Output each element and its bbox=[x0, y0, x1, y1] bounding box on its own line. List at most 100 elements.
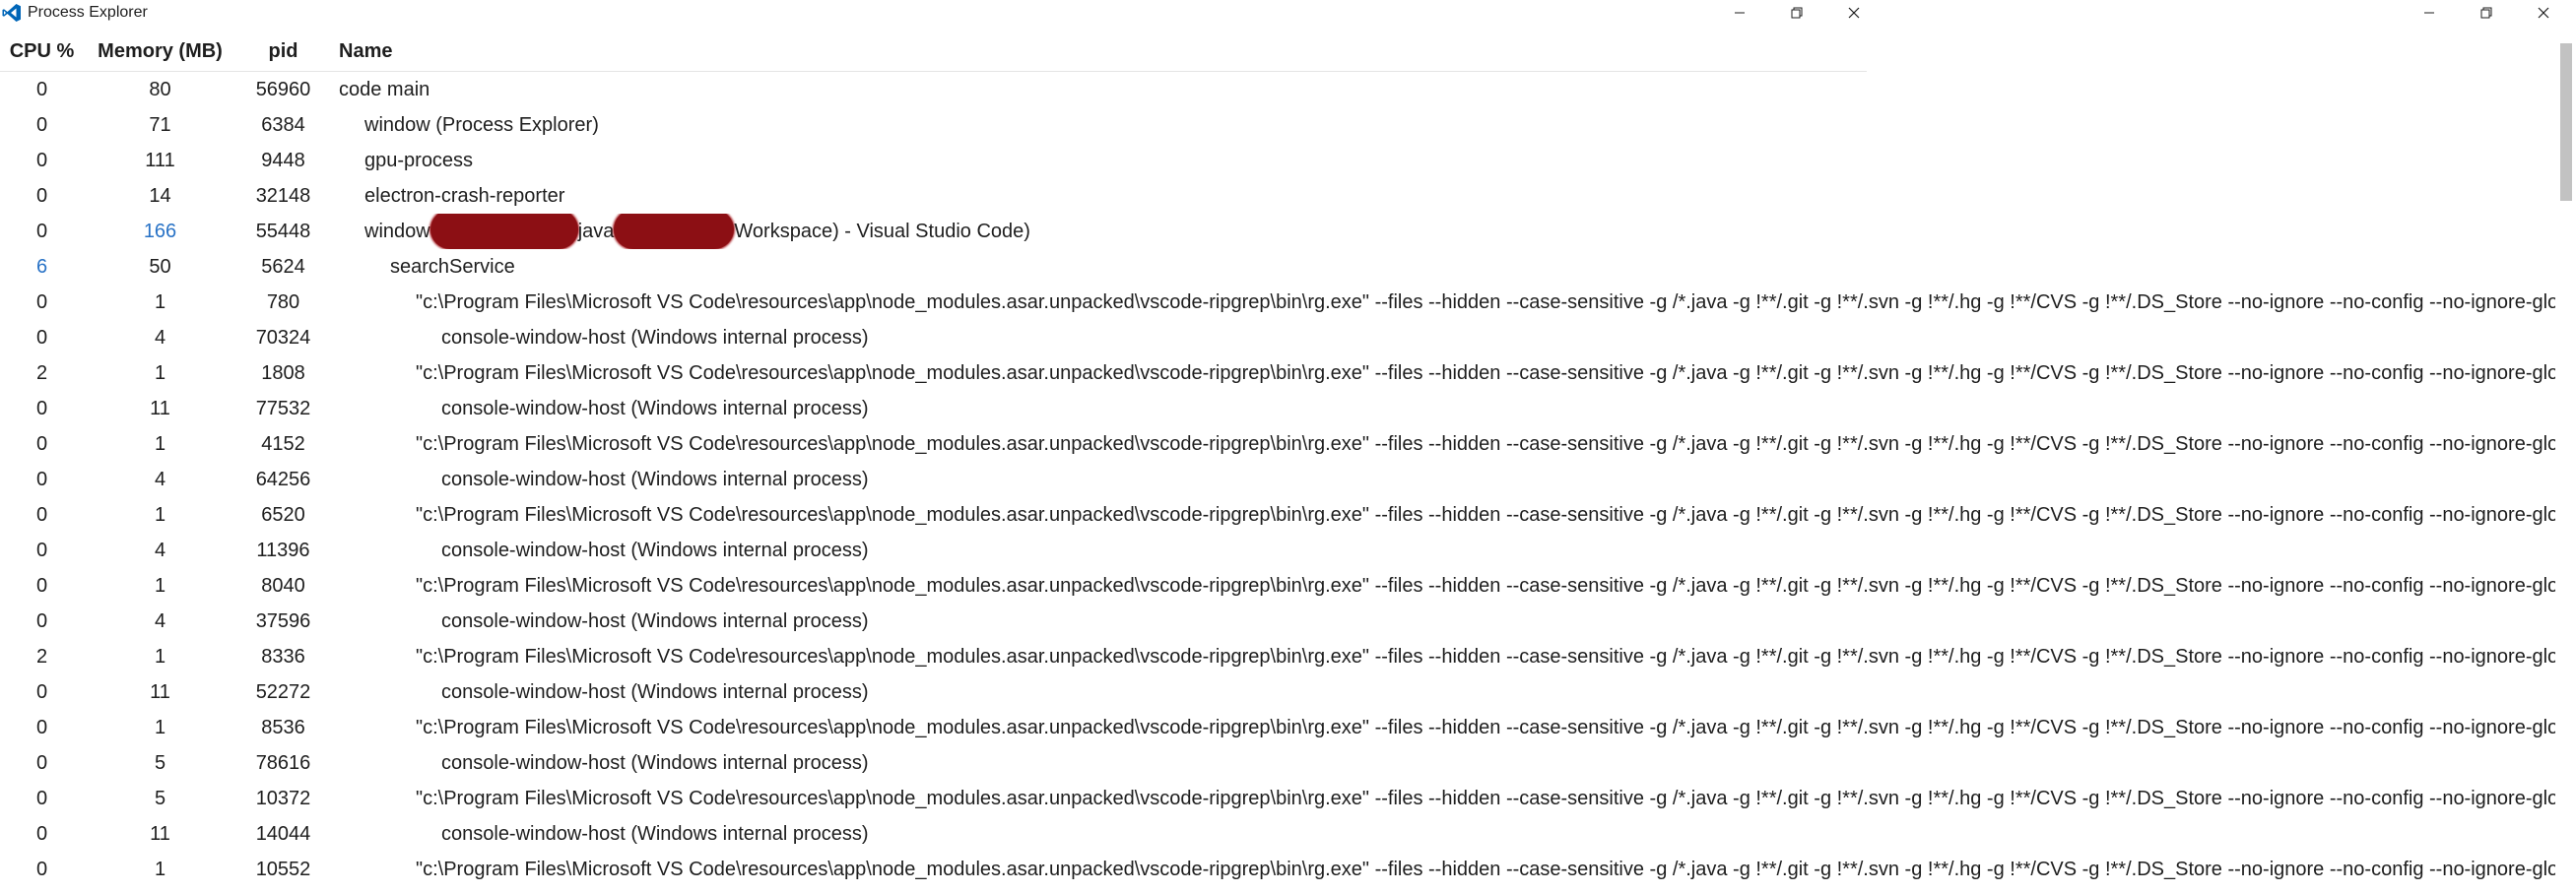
vertical-scrollbar[interactable] bbox=[2556, 32, 2576, 894]
process-name-cell: console-window-host (Windows internal pr… bbox=[441, 398, 869, 419]
process-name-cell: "c:\Program Files\Microsoft VS Code\reso… bbox=[416, 646, 2555, 668]
vscode-logo-icon bbox=[2, 4, 21, 22]
memory-cell: 1 bbox=[154, 717, 166, 738]
pid-cell: 10372 bbox=[255, 788, 311, 809]
header-memory[interactable]: Memory (MB) bbox=[89, 32, 231, 71]
process-name-cell: gpu-process bbox=[364, 150, 474, 171]
memory-cell: 11 bbox=[150, 398, 170, 419]
pid-cell: 6384 bbox=[261, 114, 305, 136]
table-row[interactable]: 0 5 10372 "c:\Program Files\Microsoft VS Co… bbox=[0, 781, 2556, 816]
process-name-cell: "c:\Program Files\Microsoft VS Code\reso… bbox=[416, 504, 2555, 526]
table-row[interactable]: 0 1 8040 "c:\Program Files\Microsoft VS Cod… bbox=[0, 568, 2556, 604]
table-row[interactable]: 0 4 70324 console-window-host (Windows inte… bbox=[0, 320, 2556, 355]
outer-restore-button[interactable] bbox=[2458, 0, 2515, 26]
memory-cell: 1 bbox=[154, 433, 166, 455]
header-name[interactable]: Name bbox=[339, 32, 2555, 71]
table-row[interactable]: 0 1 6520 "c:\Program Files\Microsoft VS Cod… bbox=[0, 497, 2556, 533]
table-row[interactable]: 0 1 780 "c:\Program Files\Microsoft VS Code… bbox=[0, 285, 2556, 320]
process-name-cell: "c:\Program Files\Microsoft VS Code\reso… bbox=[416, 788, 2555, 809]
table-row[interactable]: 0 4 64256 console-window-host (Windows inte… bbox=[0, 462, 2556, 497]
cpu-cell: 0 bbox=[35, 327, 48, 349]
memory-cell: 5 bbox=[154, 752, 166, 774]
cpu-cell: 0 bbox=[35, 717, 48, 738]
table-row[interactable]: 0 71 6384 window (Process Explorer) bbox=[0, 107, 2556, 143]
cpu-cell: 0 bbox=[35, 859, 48, 880]
window-controls-outer bbox=[2401, 0, 2572, 26]
table-row[interactable]: 0 1 8536 "c:\Program Files\Microsoft VS Cod… bbox=[0, 710, 2556, 745]
minimize-icon bbox=[1735, 12, 1745, 14]
table-row[interactable]: 2 1 1808 "c:\Program Files\Microsoft VS Cod… bbox=[0, 355, 2556, 391]
process-table: CPU % Memory (MB) pid Name 0 80 56960 code … bbox=[0, 32, 2556, 894]
process-name-cell: "c:\Program Files\Microsoft VS Code\reso… bbox=[416, 291, 2555, 313]
table-row[interactable]: 0 111 9448 gpu-process bbox=[0, 143, 2556, 178]
cpu-cell: 0 bbox=[35, 540, 48, 561]
restore-icon bbox=[1791, 7, 1803, 19]
header-pid[interactable]: pid bbox=[236, 32, 330, 71]
process-name-cell: searchService bbox=[390, 256, 515, 278]
memory-cell: 80 bbox=[149, 79, 171, 100]
cpu-cell: 0 bbox=[35, 504, 48, 526]
cpu-cell: 0 bbox=[35, 752, 48, 774]
table-row[interactable]: 0 11 52272 console-window-host (Windows int… bbox=[0, 674, 2556, 710]
cpu-cell: 0 bbox=[35, 610, 48, 632]
table-row[interactable]: 0 11 14044 console-window-host (Windows int… bbox=[0, 816, 2556, 852]
outer-close-button[interactable] bbox=[2515, 0, 2572, 26]
process-name-cell: "c:\Program Files\Microsoft VS Code\reso… bbox=[416, 362, 2555, 384]
memory-cell: 14 bbox=[149, 185, 171, 207]
pid-cell: 77532 bbox=[255, 398, 311, 419]
table-row[interactable]: 0 80 56960 code main bbox=[0, 72, 2556, 107]
pid-cell: 78616 bbox=[255, 752, 311, 774]
memory-cell: 1 bbox=[154, 504, 166, 526]
restore-button[interactable] bbox=[1768, 0, 1825, 26]
table-row[interactable]: 0 166 55448 window java Workspace) - Visual S… bbox=[0, 214, 2556, 249]
memory-cell: 1 bbox=[154, 575, 166, 597]
table-row[interactable]: 0 4 11396 console-window-host (Windows inte… bbox=[0, 533, 2556, 568]
process-name-cell: window (Process Explorer) bbox=[364, 114, 599, 136]
pid-cell: 1808 bbox=[261, 362, 305, 384]
cpu-cell: 0 bbox=[35, 398, 48, 419]
process-name-cell: console-window-host (Windows internal pr… bbox=[441, 752, 869, 774]
table-row[interactable]: 0 11 77532 console-window-host (Windows int… bbox=[0, 391, 2556, 426]
restore-icon bbox=[2480, 7, 2492, 19]
pid-cell: 37596 bbox=[255, 610, 311, 632]
minimize-button[interactable] bbox=[1711, 0, 1768, 26]
table-header: CPU % Memory (MB) pid Name bbox=[0, 32, 1867, 72]
scroll-thumb[interactable] bbox=[2560, 43, 2572, 201]
memory-cell: 4 bbox=[154, 610, 166, 632]
memory-cell: 4 bbox=[154, 469, 166, 490]
table-row[interactable]: 2 1 8336 "c:\Program Files\Microsoft VS Cod… bbox=[0, 639, 2556, 674]
process-name-cell: console-window-host (Windows internal pr… bbox=[441, 610, 869, 632]
table-row[interactable]: 0 1 4152 "c:\Program Files\Microsoft VS Cod… bbox=[0, 426, 2556, 462]
process-name-cell: console-window-host (Windows internal pr… bbox=[441, 327, 869, 349]
header-cpu[interactable]: CPU % bbox=[0, 32, 84, 71]
memory-cell: 50 bbox=[149, 256, 171, 278]
process-name-cell: code main bbox=[339, 79, 430, 100]
process-name-cell: console-window-host (Windows internal pr… bbox=[441, 469, 869, 490]
table-row[interactable]: 0 4 37596 console-window-host (Windows inte… bbox=[0, 604, 2556, 639]
pid-cell: 10552 bbox=[255, 859, 311, 880]
pid-cell: 6520 bbox=[261, 504, 305, 526]
close-button[interactable] bbox=[1825, 0, 1882, 26]
memory-cell: 111 bbox=[145, 150, 175, 171]
process-name-cell: "c:\Program Files\Microsoft VS Code\reso… bbox=[416, 717, 2555, 738]
table-row[interactable]: 0 1 10552 "c:\Program Files\Microsoft VS Co… bbox=[0, 852, 2556, 887]
close-icon bbox=[2538, 7, 2549, 19]
cpu-cell: 0 bbox=[35, 150, 48, 171]
table-row[interactable]: 0 14 32148 electron-crash-reporter bbox=[0, 178, 2556, 214]
name-part: java bbox=[577, 221, 615, 242]
table-row[interactable]: 6 50 5624 searchService bbox=[0, 249, 2556, 285]
cpu-cell: 0 bbox=[35, 469, 48, 490]
cpu-cell: 0 bbox=[35, 575, 48, 597]
process-name-cell: "c:\Program Files\Microsoft VS Code\reso… bbox=[416, 575, 2555, 597]
process-name-cell: electron-crash-reporter bbox=[364, 185, 565, 207]
outer-minimize-button[interactable] bbox=[2401, 0, 2458, 26]
pid-cell: 70324 bbox=[255, 327, 311, 349]
name-part: window bbox=[364, 221, 430, 242]
cpu-cell: 0 bbox=[35, 221, 48, 242]
pid-cell: 8536 bbox=[261, 717, 305, 738]
pid-cell: 64256 bbox=[255, 469, 311, 490]
table-row[interactable]: 0 5 78616 console-window-host (Windows inte… bbox=[0, 745, 2556, 781]
name-part: Workspace) - Visual Studio Code) bbox=[734, 221, 1030, 242]
cpu-cell: 0 bbox=[35, 291, 48, 313]
process-name-cell: console-window-host (Windows internal pr… bbox=[441, 540, 869, 561]
